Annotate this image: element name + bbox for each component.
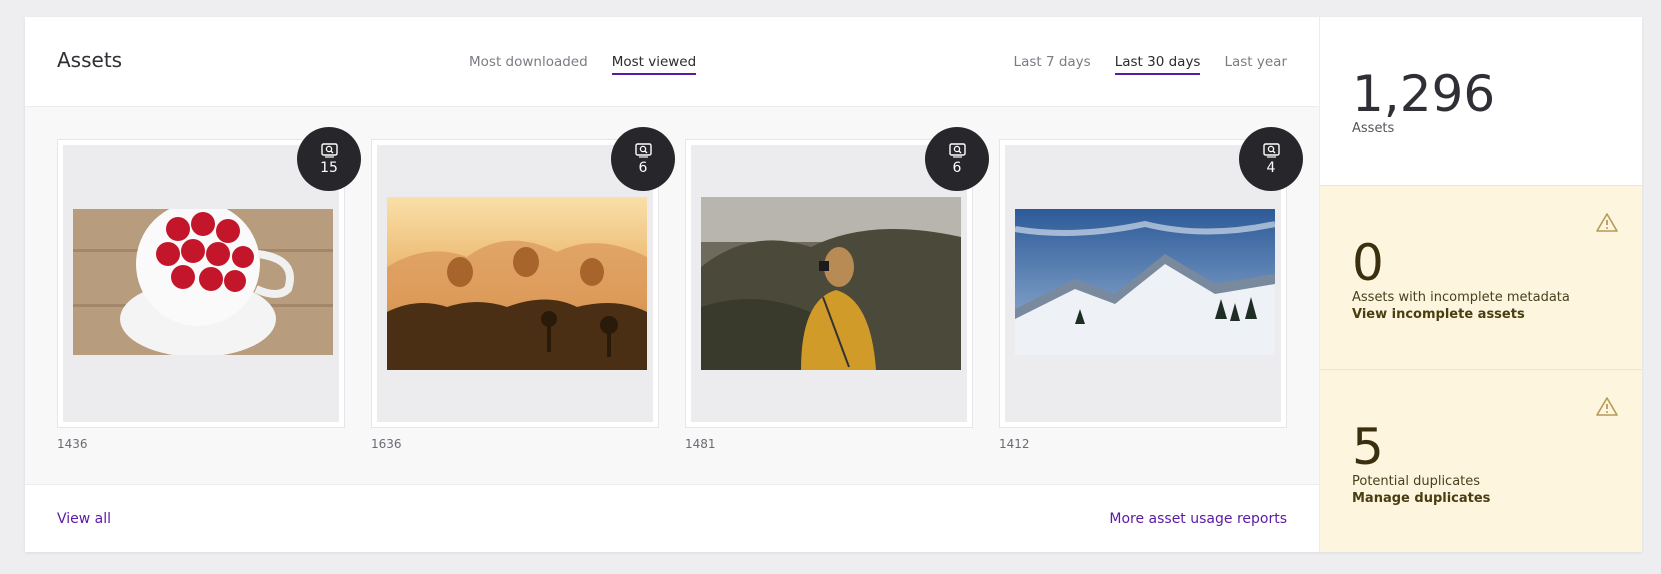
asset-thumbnail[interactable] [685, 139, 973, 428]
duplicates-stat: 5 Potential duplicates Manage duplicates [1320, 369, 1642, 552]
views-icon [1262, 143, 1280, 158]
tab-most-downloaded[interactable]: Most downloaded [469, 54, 588, 75]
views-icon [320, 143, 338, 158]
views-icon [634, 143, 652, 158]
assets-panel: Assets Most downloaded Most viewed Last … [25, 17, 1319, 552]
view-count-badge: 15 [297, 127, 361, 191]
incomplete-count: 0 [1352, 234, 1384, 292]
asset-thumbnail[interactable] [371, 139, 659, 428]
view-count: 15 [320, 160, 338, 176]
more-reports-link[interactable]: More asset usage reports [1109, 511, 1287, 527]
view-incomplete-link[interactable]: View incomplete assets [1352, 307, 1642, 322]
assets-footer: View all More asset usage reports [25, 485, 1319, 552]
view-all-link[interactable]: View all [57, 511, 111, 527]
duplicates-count: 5 [1352, 418, 1384, 476]
view-count-badge: 6 [925, 127, 989, 191]
tab-last-7-days[interactable]: Last 7 days [1014, 54, 1091, 75]
asset-grid: 1436 15 1636 6 1481 6 1412 4 [25, 107, 1319, 485]
page-title: Assets [57, 48, 123, 72]
assets-dashboard-card: Assets Most downloaded Most viewed Last … [25, 17, 1642, 552]
duplicates-label: Potential duplicates [1352, 474, 1481, 489]
tab-most-viewed[interactable]: Most viewed [611, 54, 697, 75]
assets-header: Assets Most downloaded Most viewed Last … [25, 17, 1319, 107]
hot-air-balloons-image [387, 197, 647, 370]
views-icon [948, 143, 966, 158]
metric-tabs: Most downloaded Most viewed [469, 54, 697, 75]
asset-id: 1412 [999, 437, 1030, 451]
asset-thumbnail[interactable] [57, 139, 345, 428]
photographer-image [701, 197, 961, 370]
tab-last-year[interactable]: Last year [1224, 54, 1287, 75]
total-assets-stat: 1,296 Assets [1320, 17, 1642, 185]
snowy-mountains-image [1015, 209, 1275, 355]
asset-id: 1481 [685, 437, 716, 451]
view-count: 6 [638, 160, 648, 176]
incomplete-metadata-stat: 0 Assets with incomplete metadata View i… [1320, 185, 1642, 369]
manage-duplicates-link[interactable]: Manage duplicates [1352, 491, 1642, 506]
asset-card[interactable]: 1636 6 [371, 127, 675, 451]
raspberries-cup-image [73, 209, 333, 355]
asset-card[interactable]: 1436 15 [57, 127, 361, 451]
asset-id: 1436 [57, 437, 88, 451]
asset-id: 1636 [371, 437, 402, 451]
total-assets-count: 1,296 [1352, 65, 1496, 123]
warning-icon [1596, 213, 1618, 232]
asset-card[interactable]: 1481 6 [685, 127, 989, 451]
incomplete-label: Assets with incomplete metadata [1352, 290, 1570, 305]
view-count-badge: 6 [611, 127, 675, 191]
total-assets-label: Assets [1352, 121, 1395, 136]
asset-thumbnail[interactable] [999, 139, 1287, 428]
stats-sidebar: 1,296 Assets 0 Assets with incomplete me… [1319, 17, 1642, 552]
range-tabs: Last 7 days Last 30 days Last year [1014, 54, 1287, 75]
view-count: 4 [1266, 160, 1276, 176]
tab-last-30-days[interactable]: Last 30 days [1114, 54, 1201, 75]
view-count: 6 [952, 160, 962, 176]
view-count-badge: 4 [1239, 127, 1303, 191]
asset-card[interactable]: 1412 4 [999, 127, 1303, 451]
warning-icon [1596, 397, 1618, 416]
